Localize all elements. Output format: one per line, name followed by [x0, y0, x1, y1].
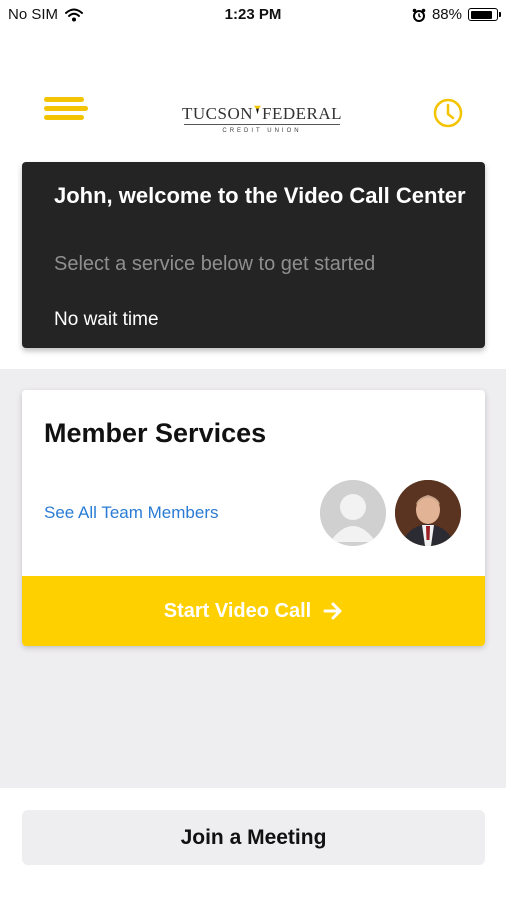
tucson-federal-logo: TUCSON FEDERAL CREDIT UNION: [182, 88, 342, 134]
join-meeting-button[interactable]: Join a Meeting: [22, 810, 485, 865]
battery-percent: 88%: [431, 6, 462, 23]
welcome-card: John, welcome to the Video Call Center S…: [22, 162, 485, 348]
start-video-call-button[interactable]: Start Video Call: [22, 576, 485, 646]
logo-right-word: FEDERAL: [262, 104, 342, 123]
alarm-icon: [412, 8, 426, 22]
default-user-icon: [320, 480, 386, 546]
logo-tagline: CREDIT UNION: [222, 128, 302, 134]
wait-time-text: No wait time: [54, 309, 159, 330]
clock-icon: [433, 98, 463, 128]
battery-icon: [468, 8, 501, 21]
avatar-team-member: [395, 480, 461, 546]
service-title: Member Services: [44, 418, 267, 448]
welcome-title: John, welcome to the Video Call Center: [54, 183, 466, 208]
welcome-subtitle: Select a service below to get started: [54, 253, 376, 275]
logo-mark-icon: [254, 105, 261, 115]
app-header: TUCSON FEDERAL CREDIT UNION: [0, 80, 506, 140]
hamburger-icon: [44, 97, 84, 102]
history-button[interactable]: [431, 96, 465, 130]
member-services-card: Member Services See All Team Members Sta…: [22, 390, 485, 646]
menu-button[interactable]: [44, 97, 88, 123]
arrow-right-icon: [323, 602, 342, 620]
status-bar: No SIM 1:23 PM 88%: [0, 0, 506, 30]
team-member-photo: [395, 480, 461, 546]
avatar-placeholder: [320, 480, 386, 546]
status-right: 88%: [412, 6, 501, 23]
join-meeting-label: Join a Meeting: [180, 825, 327, 849]
logo-left-word: TUCSON: [182, 104, 254, 123]
battery-fill: [470, 10, 493, 19]
start-video-call-label: Start Video Call: [163, 599, 312, 622]
see-all-team-members-link[interactable]: See All Team Members: [44, 503, 218, 523]
